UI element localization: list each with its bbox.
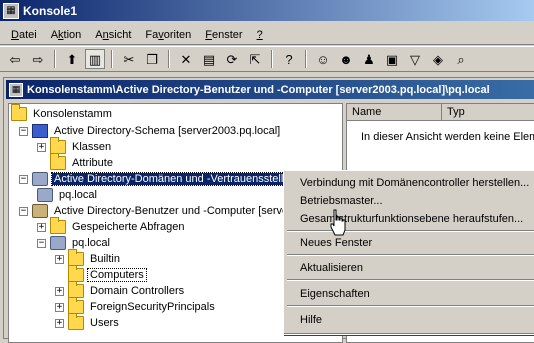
menu-separator bbox=[287, 279, 534, 281]
schema-snapin-icon bbox=[32, 124, 48, 138]
tree-item-label: Domain Controllers bbox=[90, 285, 185, 297]
find-user-icon[interactable]: ☺ bbox=[313, 49, 333, 69]
filter-icon[interactable]: ▽ bbox=[405, 49, 425, 69]
tree-item-label: Builtin bbox=[90, 253, 120, 265]
menu-separator bbox=[287, 230, 534, 232]
console-window-titlebar: ▦ Konsolenstamm\Active Directory-Benutze… bbox=[6, 80, 534, 99]
export-list-icon[interactable]: ⇱ bbox=[245, 49, 265, 69]
cut-icon[interactable]: ✂ bbox=[119, 49, 139, 69]
menu-fenster[interactable]: Fenster bbox=[198, 29, 249, 41]
menu-item-raise-forest-level[interactable]: Gesamtstrukturfunktionsebene heraufstufe… bbox=[284, 210, 534, 228]
menu-separator bbox=[287, 305, 534, 307]
menu-separator bbox=[287, 254, 534, 256]
new-group-icon[interactable]: ♟ bbox=[359, 49, 379, 69]
forward-arrow-icon[interactable]: ⇨ bbox=[28, 49, 48, 69]
copy-icon[interactable]: ❐ bbox=[142, 49, 162, 69]
menu-item-refresh[interactable]: Aktualisieren bbox=[284, 259, 534, 277]
menu-datei[interactable]: Datei bbox=[4, 29, 44, 41]
folder-icon bbox=[11, 104, 27, 121]
window-title: Konsole1 bbox=[23, 3, 78, 18]
tree-item-label: pq.local bbox=[72, 237, 110, 249]
console-window-icon[interactable]: ▦ bbox=[9, 82, 23, 97]
folder-icon bbox=[68, 249, 84, 266]
menu-ansicht[interactable]: Ansicht bbox=[88, 29, 138, 41]
new-user-icon[interactable]: ☻ bbox=[336, 49, 356, 69]
collapse-icon[interactable]: − bbox=[19, 206, 28, 216]
empty-list-message: In dieser Ansicht werden keine Elemente … bbox=[361, 131, 534, 143]
toolbar-separator bbox=[271, 50, 273, 68]
toolbar-separator bbox=[168, 50, 170, 68]
tree-item-label: Users bbox=[90, 317, 119, 329]
domain-icon bbox=[37, 188, 53, 202]
mmc-app-icon[interactable]: ▦ bbox=[3, 2, 19, 19]
folder-icon bbox=[68, 281, 84, 298]
expand-icon[interactable]: + bbox=[55, 286, 64, 296]
menu-item-properties[interactable]: Eigenschaften bbox=[284, 285, 534, 303]
new-ou-icon[interactable]: ▣ bbox=[382, 49, 402, 69]
add-to-group-icon[interactable]: ◈ bbox=[428, 49, 448, 69]
tree-item-label: Active Directory-Schema [server2003.pq.l… bbox=[54, 125, 281, 137]
tree-item-label: Konsolenstamm bbox=[33, 108, 112, 120]
console-window-title: Konsolenstamm\Active Directory-Benutzer … bbox=[27, 83, 490, 96]
folder-icon bbox=[68, 313, 84, 330]
tree-item-label: ForeignSecurityPrincipals bbox=[90, 301, 215, 313]
toolbar: ⇦ ⇨ ⬆ ▥ ✂ ❐ ✕ ▤ ⟳ ⇱ ? ☺ ☻ ♟ ▣ ▽ ◈ ⌕ bbox=[0, 46, 534, 72]
refresh-icon[interactable]: ⟳ bbox=[222, 49, 242, 69]
menu-bar: Datei Aktion Ansicht Favoriten Fenster ? bbox=[0, 25, 534, 45]
tree-item-attribute[interactable]: Attribute bbox=[50, 153, 115, 171]
expand-icon[interactable]: + bbox=[37, 142, 46, 152]
menu-favoriten[interactable]: Favoriten bbox=[138, 29, 198, 41]
tree-item-label: Attribute bbox=[72, 157, 113, 169]
folder-icon bbox=[50, 217, 66, 234]
tree-item-label: Active Directory-Domänen und -Vertrauens… bbox=[51, 172, 317, 186]
tree-item-label: pq.local bbox=[59, 189, 97, 201]
menu-item-operations-master[interactable]: Betriebsmaster... bbox=[284, 192, 534, 210]
menu-item-connect-dc[interactable]: Verbindung mit Domänencontroller herstel… bbox=[284, 174, 534, 192]
collapse-icon[interactable]: − bbox=[19, 174, 28, 184]
folder-icon bbox=[68, 265, 84, 282]
tree-item-foreign-security-principals[interactable]: + ForeignSecurityPrincipals bbox=[55, 297, 217, 315]
tree-item-label: Computers bbox=[87, 268, 147, 282]
expand-icon[interactable]: + bbox=[55, 318, 64, 328]
tree-item-domains-trusts[interactable]: − Active Directory-Domänen und -Vertraue… bbox=[19, 171, 317, 187]
aduc-snapin-icon bbox=[32, 204, 48, 218]
folder-icon bbox=[50, 153, 66, 170]
context-menu: Verbindung mit Domänencontroller herstel… bbox=[283, 170, 534, 335]
tree-item-computers[interactable]: Computers bbox=[68, 265, 147, 283]
tree-item-label: Klassen bbox=[72, 141, 112, 153]
expand-icon[interactable]: + bbox=[37, 222, 46, 232]
toolbar-separator bbox=[54, 50, 56, 68]
tree-item-domain-trust-pq[interactable]: pq.local bbox=[37, 187, 99, 203]
column-header-name[interactable]: Name bbox=[347, 104, 442, 121]
expand-icon[interactable]: + bbox=[55, 302, 64, 312]
domains-trusts-icon bbox=[32, 172, 48, 186]
tree-item-root[interactable]: Konsolenstamm bbox=[11, 104, 114, 122]
toolbar-separator bbox=[111, 50, 113, 68]
menu-item-help[interactable]: Hilfe bbox=[284, 311, 534, 329]
find-icon[interactable]: ⌕ bbox=[451, 49, 471, 69]
delete-icon[interactable]: ✕ bbox=[176, 49, 196, 69]
expand-icon[interactable]: + bbox=[55, 254, 64, 264]
menu-aktion[interactable]: Aktion bbox=[44, 29, 89, 41]
column-header-typ[interactable]: Typ bbox=[442, 104, 534, 121]
back-arrow-icon[interactable]: ⇦ bbox=[5, 49, 25, 69]
toolbar-separator bbox=[305, 50, 307, 68]
tree-item-label: Gespeicherte Abfragen bbox=[72, 221, 185, 233]
show-hide-tree-icon[interactable]: ▥ bbox=[85, 49, 105, 69]
tree-item-saved-queries[interactable]: + Gespeicherte Abfragen bbox=[37, 217, 187, 235]
title-bar: ▦ Konsole1 bbox=[0, 0, 534, 21]
properties-icon[interactable]: ▤ bbox=[199, 49, 219, 69]
tree-item-klassen[interactable]: + Klassen bbox=[37, 137, 113, 155]
help-icon[interactable]: ? bbox=[279, 49, 299, 69]
collapse-icon[interactable]: − bbox=[19, 126, 28, 136]
tree-item-builtin[interactable]: + Builtin bbox=[55, 249, 122, 267]
up-folder-icon[interactable]: ⬆ bbox=[62, 49, 82, 69]
folder-icon bbox=[68, 297, 84, 314]
domain-icon bbox=[50, 236, 66, 250]
collapse-icon[interactable]: − bbox=[37, 238, 46, 248]
folder-icon bbox=[50, 137, 66, 154]
menu-help[interactable]: ? bbox=[250, 29, 270, 41]
menu-item-new-window[interactable]: Neues Fenster bbox=[284, 234, 534, 252]
